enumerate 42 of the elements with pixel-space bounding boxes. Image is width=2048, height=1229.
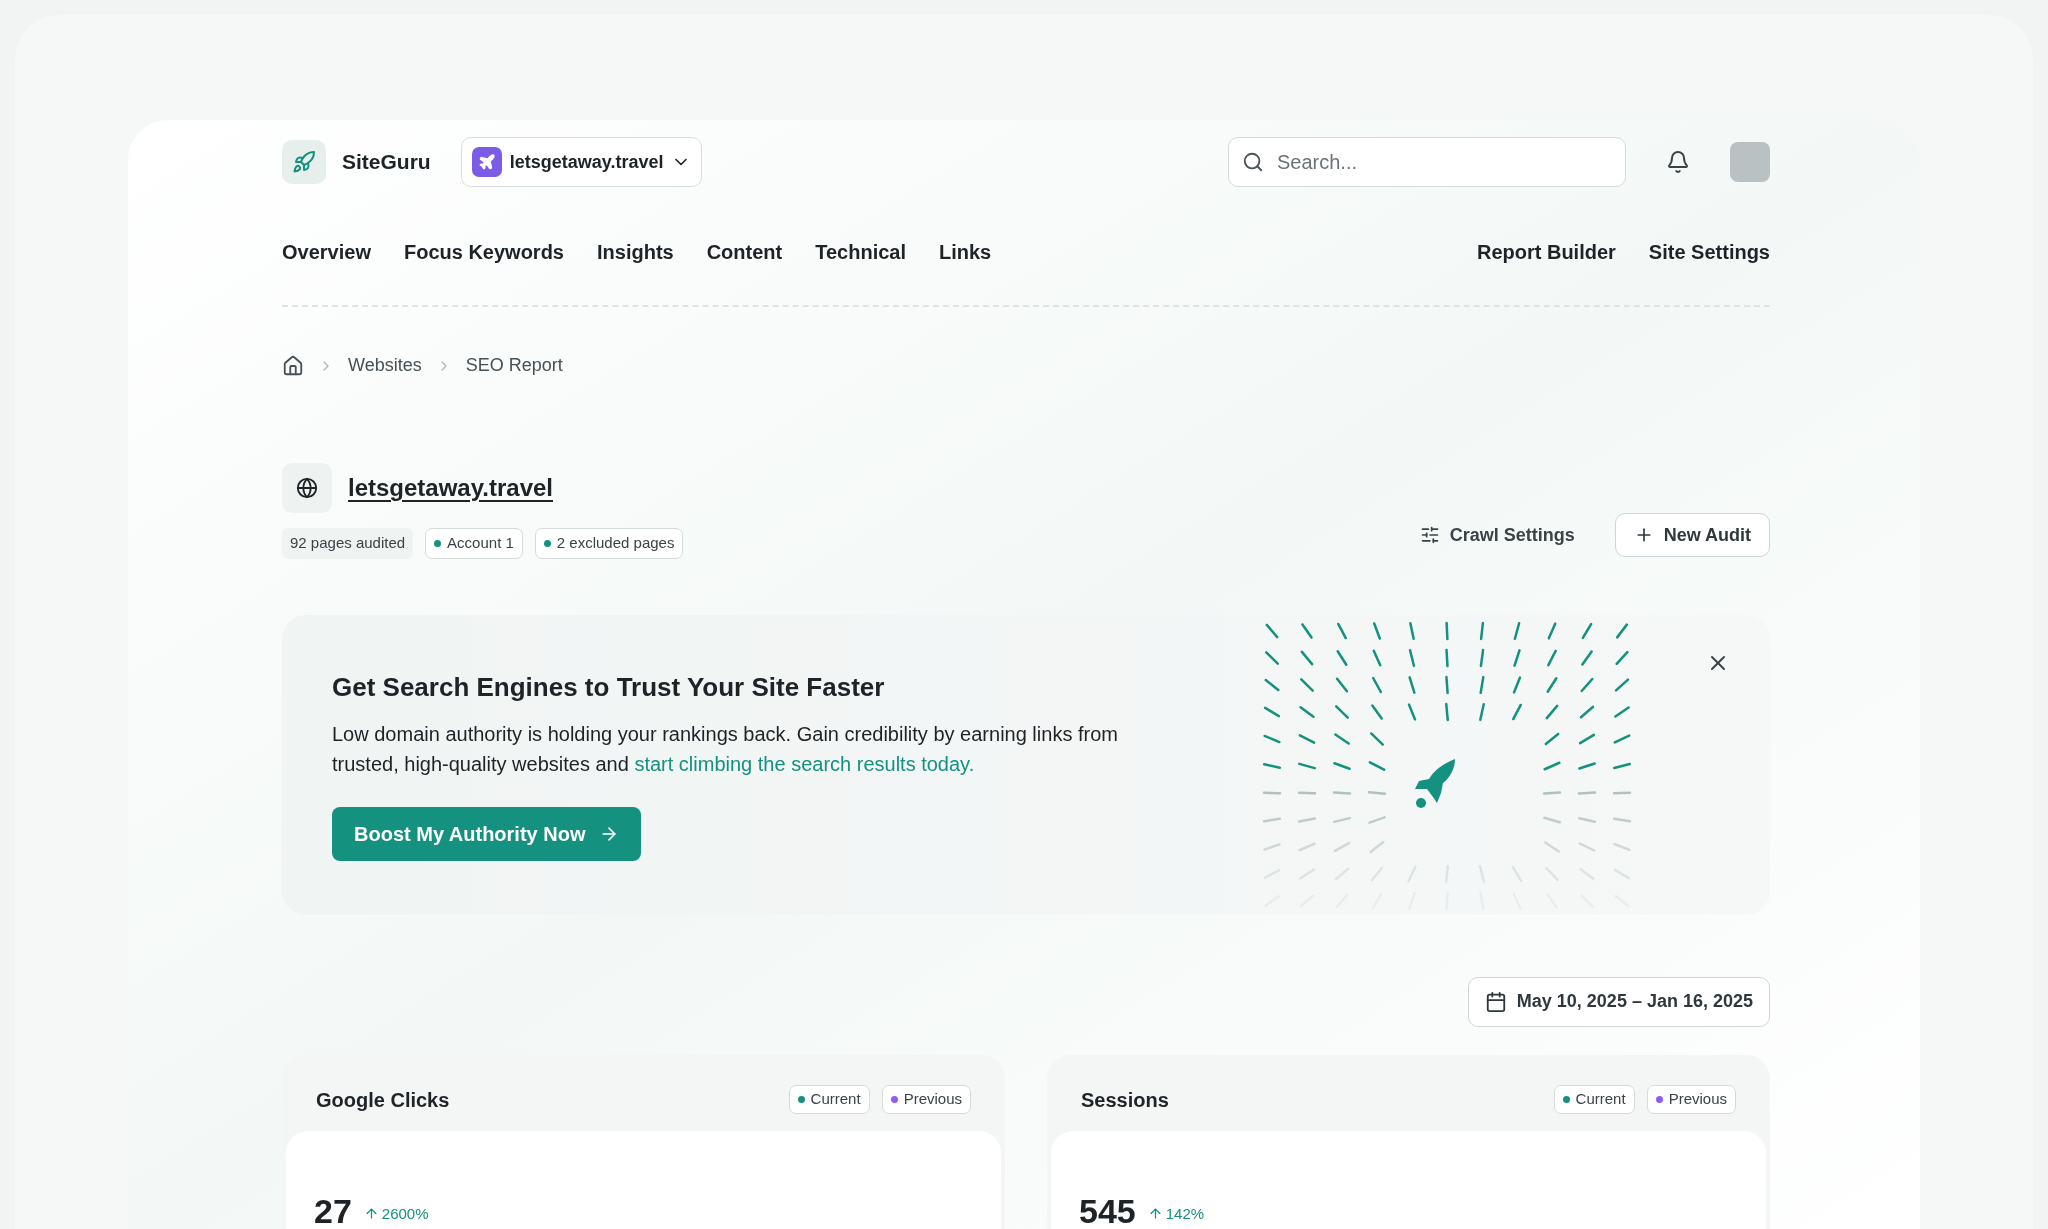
metric-change: 2600% xyxy=(363,1202,429,1225)
nav-link[interactable]: Content xyxy=(706,237,783,267)
plane-icon xyxy=(471,147,502,177)
logo-icon xyxy=(282,140,326,184)
tag: 92 pages audited xyxy=(282,528,414,559)
metric-title: Sessions xyxy=(1081,1087,1169,1113)
search-field[interactable]: Search... xyxy=(1228,137,1626,187)
metric-change: 142% xyxy=(1147,1202,1205,1225)
legend-chip: Previous xyxy=(1646,1085,1736,1114)
crawl-settings-button[interactable]: Crawl Settings xyxy=(1413,513,1581,558)
boost-authority-button[interactable]: Boost My Authority Now xyxy=(332,807,642,861)
legend-chip: Current xyxy=(1553,1085,1635,1114)
banner-link[interactable]: start climbing the search results today. xyxy=(634,753,975,775)
nav-link[interactable]: Overview xyxy=(282,237,371,267)
nav-link[interactable]: Technical xyxy=(815,237,906,267)
nav-link[interactable]: Links xyxy=(939,237,992,267)
metric-value: 27 xyxy=(314,1193,352,1229)
site-switcher[interactable]: letsgetaway.travel xyxy=(460,137,703,187)
globe-icon xyxy=(282,463,332,513)
home-icon[interactable] xyxy=(282,354,304,377)
banner-title: Get Search Engines to Trust Your Site Faster xyxy=(332,671,886,704)
metric-title: Google Clicks xyxy=(316,1087,450,1113)
calendar-icon xyxy=(1484,990,1507,1013)
site-title-link[interactable]: letsgetaway.travel xyxy=(348,470,553,506)
search-icon xyxy=(1242,151,1264,173)
tag: 2 excluded pages xyxy=(534,528,684,559)
new-audit-button[interactable]: New Audit xyxy=(1614,513,1770,558)
nav-link[interactable]: Site Settings xyxy=(1648,237,1770,267)
nav-link[interactable]: Report Builder xyxy=(1476,237,1616,267)
banner-text: Low domain authority is holding your rankings back. Gain credibility by earning links from trusted, high-quality websites and start climbing the search results today. xyxy=(332,722,1119,777)
legend-chip: Previous xyxy=(881,1085,971,1114)
metric-value: 545 xyxy=(1079,1193,1136,1229)
notification-bell-icon[interactable] xyxy=(1666,150,1690,174)
sliders-icon xyxy=(1419,525,1440,546)
tag: Account 1 xyxy=(425,528,523,559)
nav-link[interactable]: Focus Keywords xyxy=(403,237,564,267)
legend-chip: Current xyxy=(788,1085,870,1114)
breadcrumb-link[interactable]: Websites xyxy=(348,352,422,379)
nav-link[interactable]: Insights xyxy=(597,237,674,267)
brand-name: SiteGuru xyxy=(342,149,431,176)
breadcrumb-link[interactable]: SEO Report xyxy=(465,352,563,379)
date-range-button[interactable]: May 10, 2025 – Jan 16, 2025 xyxy=(1467,976,1770,1027)
